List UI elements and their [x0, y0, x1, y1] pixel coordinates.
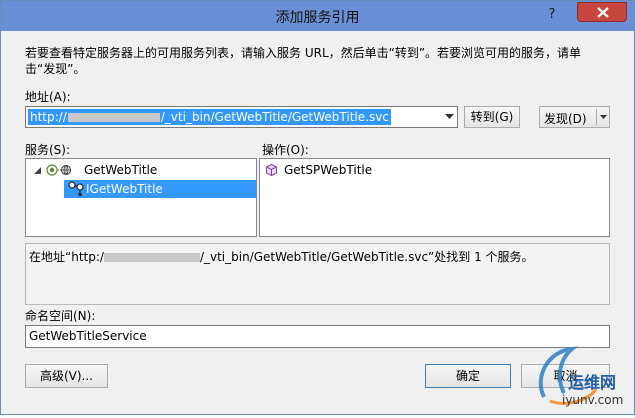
- watermark-cn: 运维网: [568, 373, 617, 392]
- status-area: 在地址“http:/ /_vti_bin/GetWebTitle/GetWebTi…: [25, 243, 610, 305]
- address-value-start: http://: [30, 110, 67, 124]
- intro-text: 若要查看特定服务器上的可用服务列表，请输入服务 URL，然后单击“转到”。若要浏…: [25, 46, 582, 76]
- status-text-end: /_vti_bin/GetWebTitle/GetWebTitle.svc”处找…: [199, 250, 534, 264]
- namespace-input[interactable]: GetWebTitleService: [25, 325, 610, 348]
- discover-button-label[interactable]: 发现(D): [544, 110, 587, 127]
- expand-triangle-icon[interactable]: [34, 167, 41, 174]
- watermark-logo: 运维网 iyunv.com: [526, 337, 634, 415]
- redacted-host: [103, 253, 200, 262]
- redacted-host: [67, 113, 160, 122]
- chevron-down-icon[interactable]: [445, 114, 454, 120]
- services-tree[interactable]: GetWebTitle IGetWebTitle: [25, 158, 257, 237]
- tree-node-label: GetWebTitle: [84, 163, 158, 177]
- close-icon: [597, 7, 609, 18]
- status-text: 在地址“http:/ /_vti_bin/GetWebTitle/GetWebTi…: [29, 248, 534, 265]
- tree-node-label: IGetWebTitle: [86, 182, 163, 196]
- advanced-button[interactable]: 高级(V)...: [25, 364, 108, 388]
- namespace-label: 命名空间(N):: [25, 309, 96, 323]
- method-cube-icon: [266, 164, 277, 176]
- address-selected-text[interactable]: http:// /_vti_bin/GetWebTitle/GetWebTitle…: [28, 109, 391, 125]
- service-icon: [46, 164, 71, 176]
- discover-split-button[interactable]: 发现(D): [539, 106, 610, 128]
- address-label: 地址(A):: [25, 90, 71, 104]
- tree-node-contract-selected[interactable]: IGetWebTitle: [64, 180, 256, 198]
- operations-label: 操作(O):: [262, 143, 309, 157]
- chevron-down-icon[interactable]: [600, 115, 607, 120]
- address-value-end: /_vti_bin/GetWebTitle/GetWebTitle.svc: [160, 110, 389, 124]
- watermark-url: iyunv.com: [562, 393, 624, 407]
- contract-interface-icon: [68, 181, 84, 197]
- go-button[interactable]: 转到(G): [464, 106, 520, 128]
- close-button[interactable]: [577, 2, 627, 22]
- address-combobox[interactable]: http:// /_vti_bin/GetWebTitle/GetWebTitle…: [25, 106, 458, 128]
- add-service-reference-dialog: 添加服务引用 ? 若要查看特定服务器上的可用服务列表，请输入服务 URL，然后单…: [0, 0, 635, 415]
- services-label: 服务(S):: [25, 143, 71, 157]
- help-button[interactable]: ?: [539, 5, 565, 25]
- split-divider: [596, 109, 597, 125]
- operations-list[interactable]: GetSPWebTitle: [259, 158, 610, 237]
- ok-button[interactable]: 确定: [425, 364, 511, 388]
- status-text-start: 在地址“http:/: [29, 250, 104, 264]
- operation-label: GetSPWebTitle: [284, 163, 373, 177]
- title-bar[interactable]: 添加服务引用 ?: [1, 1, 634, 31]
